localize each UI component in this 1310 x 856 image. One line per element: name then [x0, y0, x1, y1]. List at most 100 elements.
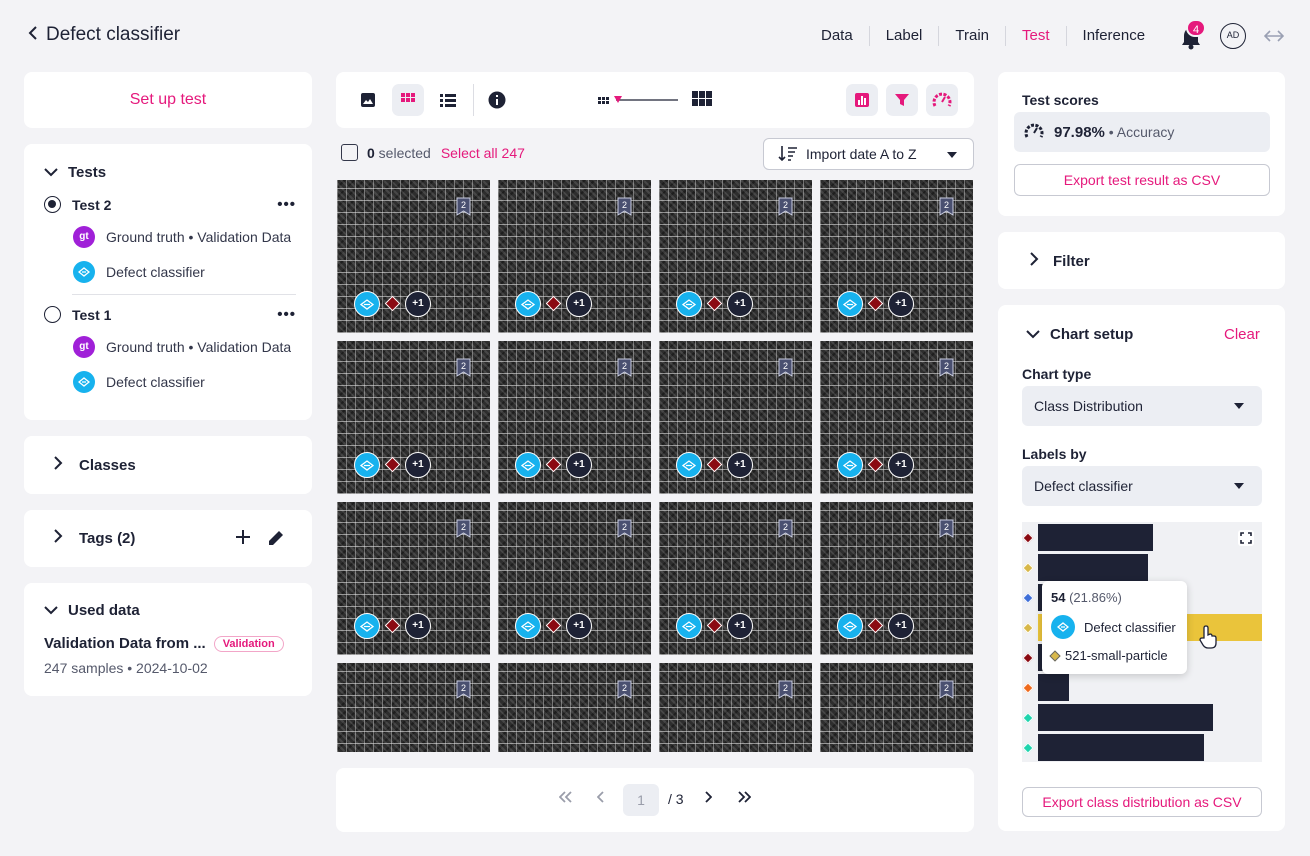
test-name: Test 1 — [72, 306, 112, 323]
chevron-right-icon — [54, 529, 63, 547]
tags-title: Tags (2) — [79, 529, 136, 547]
labels-by-select[interactable]: Defect classifier — [1022, 466, 1262, 506]
fullscreen-icon[interactable] — [1238, 530, 1254, 546]
chart-icon[interactable] — [846, 84, 878, 116]
tags-section-toggle[interactable]: Tags (2) — [54, 529, 135, 547]
nav-data[interactable]: Data — [808, 26, 869, 46]
tests-section-toggle[interactable]: Tests — [44, 164, 106, 181]
caret-down-icon — [1234, 483, 1244, 489]
image-tile[interactable]: 2+1 — [337, 180, 490, 333]
image-tile[interactable]: 2+1 — [659, 663, 812, 752]
selected-label: selected — [374, 144, 431, 161]
avatar[interactable]: AD — [1220, 23, 1246, 49]
chart-tooltip: 54 (21.86%) Defect classifier 521-small-… — [1042, 581, 1187, 674]
image-tile[interactable]: 2+1 — [498, 502, 651, 655]
filter-icon[interactable] — [886, 84, 918, 116]
class-marker — [384, 295, 401, 312]
classes-section-toggle[interactable]: Classes — [54, 456, 136, 474]
more-labels-badge: +1 — [888, 613, 914, 639]
test-item-2[interactable]: Test 2 ••• — [44, 196, 296, 213]
chevron-left-icon — [28, 24, 40, 46]
divider — [72, 294, 296, 295]
nav-inference[interactable]: Inference — [1065, 26, 1162, 46]
set-up-test-button[interactable]: Set up test — [24, 72, 312, 128]
image-tile[interactable]: 2+1 — [337, 341, 490, 494]
image-tile[interactable]: 2+1 — [337, 663, 490, 752]
dataset-badge: Validation — [213, 635, 284, 652]
bookmark-icon: 2 — [617, 358, 632, 377]
plus-icon[interactable] — [234, 528, 252, 551]
image-tile[interactable]: 2+1 — [498, 341, 651, 494]
chart-type-label: Chart type — [1022, 366, 1092, 382]
more-options-icon[interactable]: ••• — [277, 196, 296, 213]
nav-test[interactable]: Test — [1005, 26, 1066, 46]
cursor-hand-icon — [1199, 625, 1217, 654]
chart-bar[interactable] — [1038, 734, 1204, 761]
chart-bar[interactable] — [1038, 704, 1213, 731]
bookmark-count: 2 — [461, 522, 466, 532]
chart-setup-toggle[interactable]: Chart setup — [1026, 326, 1133, 343]
image-tile[interactable]: 2+1 — [498, 663, 651, 752]
nav-label[interactable]: Label — [868, 26, 939, 46]
model-icon — [676, 291, 702, 317]
list-view-icon[interactable] — [432, 84, 464, 116]
bookmark-count: 2 — [622, 522, 627, 532]
image-view-icon[interactable] — [352, 84, 384, 116]
model-icon — [354, 452, 380, 478]
test-item-1[interactable]: Test 1 ••• — [44, 306, 296, 323]
export-distribution-button[interactable]: Export class distribution as CSV — [1022, 787, 1262, 817]
more-options-icon[interactable]: ••• — [277, 306, 296, 323]
clear-link[interactable]: Clear — [1224, 326, 1260, 343]
image-tile[interactable]: 2+1 — [820, 341, 973, 494]
info-icon[interactable] — [481, 84, 513, 116]
image-tile[interactable]: 2+1 — [820, 502, 973, 655]
image-tile[interactable]: 2+1 — [659, 502, 812, 655]
first-page-icon[interactable] — [558, 790, 573, 807]
test-radio[interactable] — [44, 196, 61, 213]
class-marker — [1022, 622, 1034, 634]
chart-bar[interactable] — [1038, 524, 1153, 551]
caret-down-icon — [1234, 403, 1244, 409]
pencil-icon[interactable] — [266, 528, 286, 553]
chart-type-select[interactable]: Class Distribution — [1022, 386, 1262, 426]
image-tile[interactable]: 2+1 — [659, 341, 812, 494]
sort-dropdown[interactable]: Import date A to Z — [763, 138, 974, 170]
page-title: Defect classifier — [46, 24, 181, 45]
large-grid-icon[interactable] — [692, 91, 712, 112]
last-page-icon[interactable] — [737, 790, 752, 807]
image-tile[interactable]: 2+1 — [820, 180, 973, 333]
class-marker — [545, 617, 562, 634]
more-labels-badge: +1 — [727, 291, 753, 317]
next-page-icon[interactable] — [704, 790, 713, 807]
class-marker — [867, 456, 884, 473]
expand-arrows-icon[interactable] — [1263, 27, 1285, 45]
select-checkbox[interactable] — [341, 144, 358, 161]
filter-panel: Filter — [998, 232, 1285, 289]
used-data-toggle[interactable]: Used data — [44, 602, 140, 619]
prev-page-icon[interactable] — [596, 790, 605, 807]
chevron-down-icon — [1026, 326, 1040, 343]
class-marker — [1022, 592, 1034, 604]
select-all-link[interactable]: Select all 247 — [441, 145, 525, 161]
back-button[interactable]: Defect classifier — [28, 24, 180, 46]
test-radio[interactable] — [44, 306, 61, 323]
image-tile[interactable]: 2+1 — [659, 180, 812, 333]
bookmark-icon: 2 — [778, 680, 793, 699]
export-test-button[interactable]: Export test result as CSV — [1014, 164, 1270, 196]
chart-bar[interactable] — [1038, 554, 1148, 581]
image-tile[interactable]: 2+1 — [498, 180, 651, 333]
classes-title: Classes — [79, 456, 136, 474]
gauge-icon[interactable] — [926, 84, 958, 116]
test-model: Defect classifier — [73, 371, 297, 393]
model-icon — [837, 452, 863, 478]
nav-train[interactable]: Train — [938, 26, 1005, 46]
page-input[interactable]: 1 — [623, 784, 659, 816]
image-tile[interactable]: 2+1 — [820, 663, 973, 752]
tooltip-model: Defect classifier — [1084, 619, 1176, 635]
grid-view-icon[interactable] — [392, 84, 424, 116]
image-tile[interactable]: 2+1 — [337, 502, 490, 655]
bookmark-icon: 2 — [939, 358, 954, 377]
more-labels-badge: +1 — [566, 291, 592, 317]
filter-section-toggle[interactable]: Filter — [1030, 252, 1090, 270]
chart-bar[interactable] — [1038, 674, 1069, 701]
